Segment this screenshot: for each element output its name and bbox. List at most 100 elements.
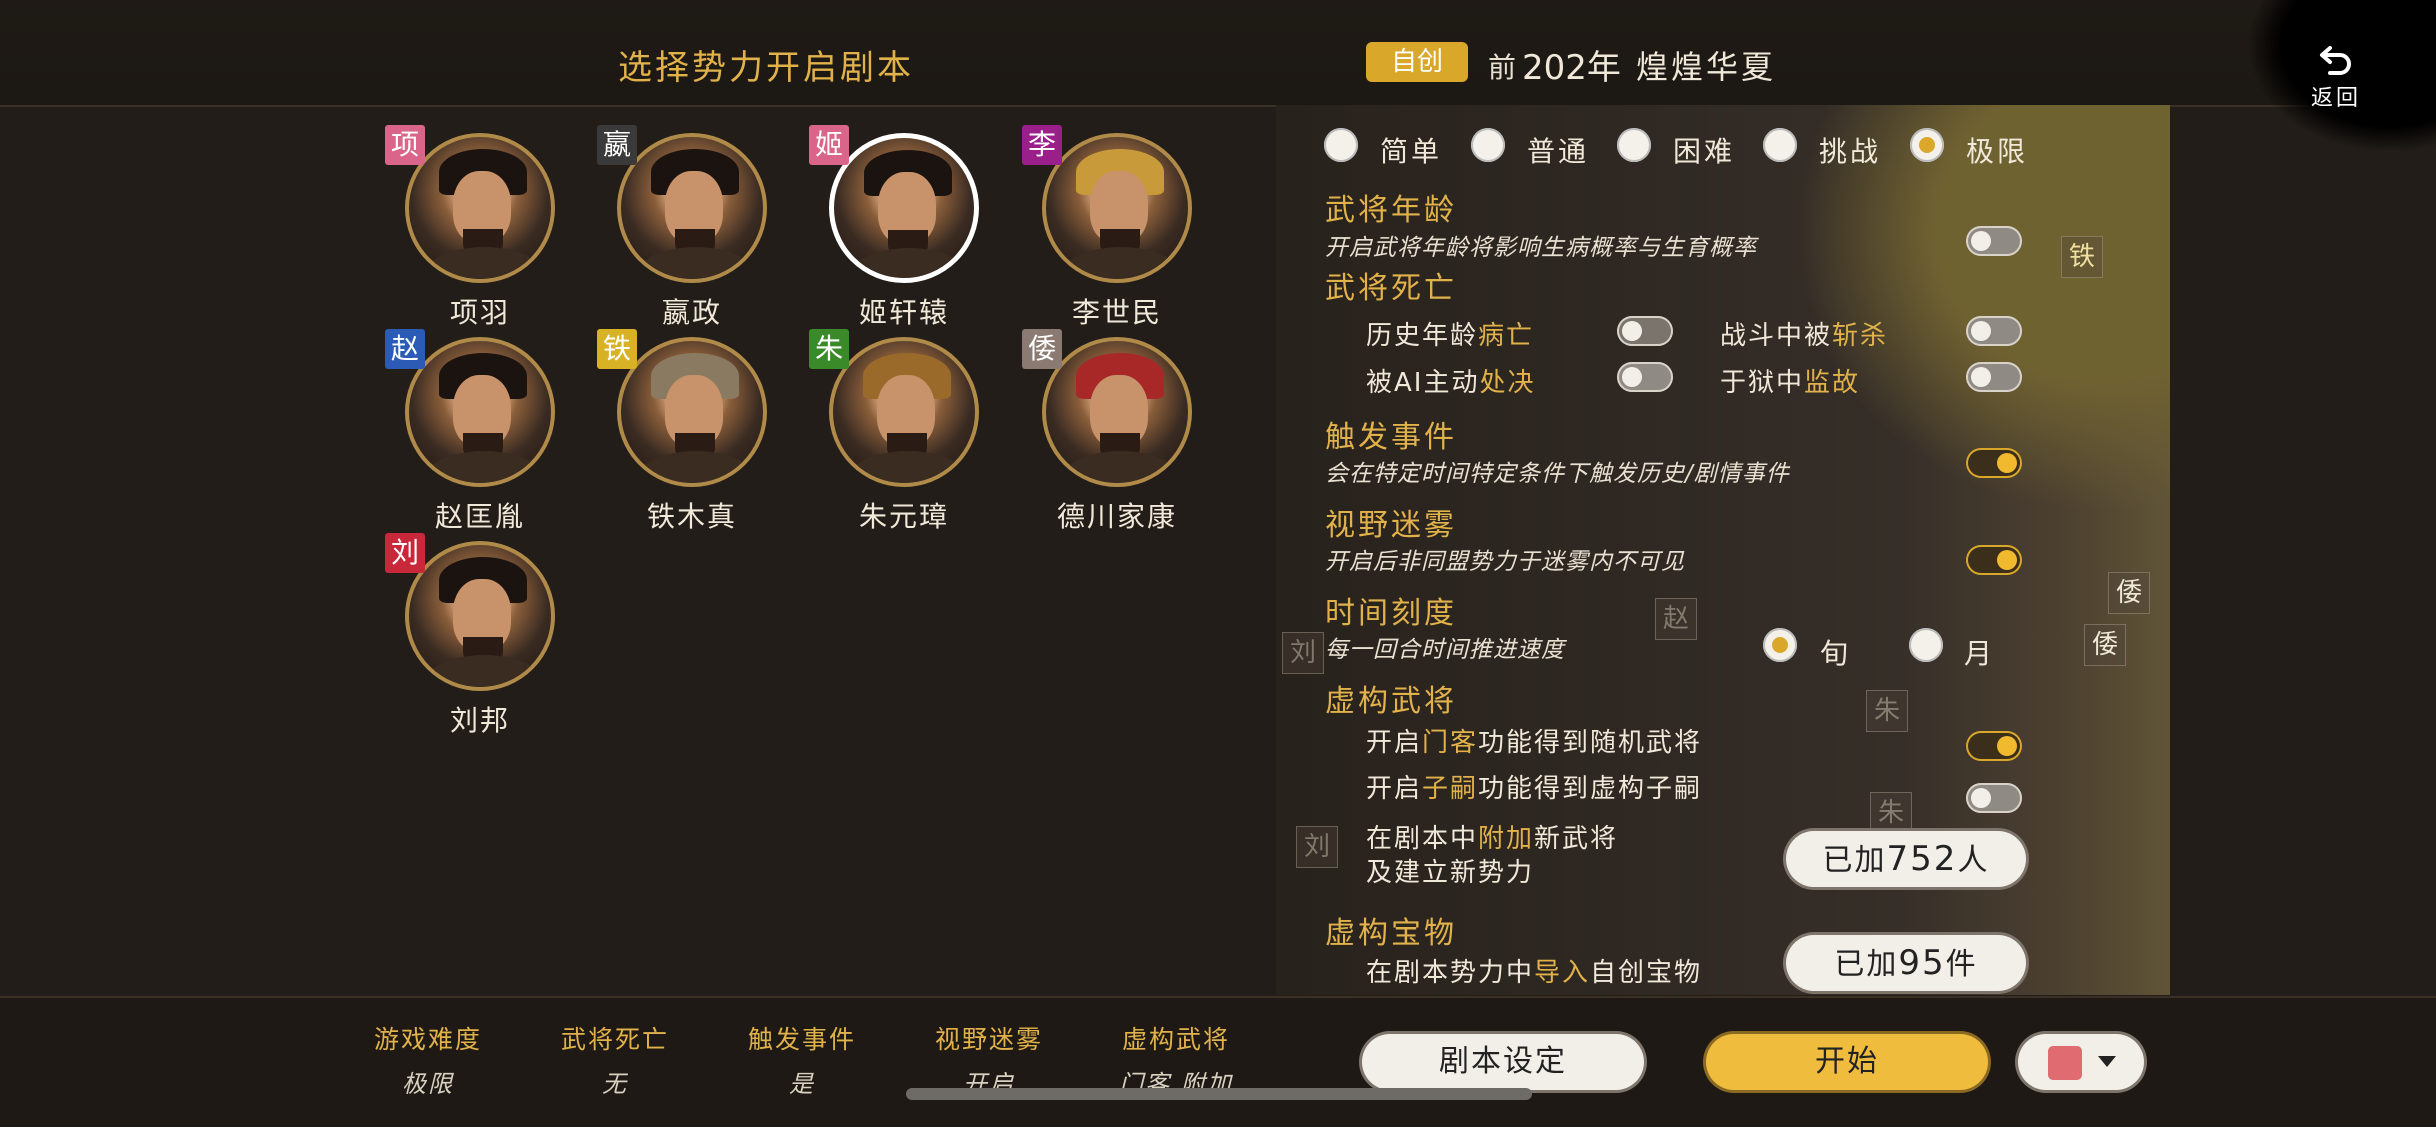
summary-value: 无	[602, 1070, 628, 1098]
character-portrait	[617, 337, 767, 487]
character-portrait	[617, 133, 767, 283]
character-portrait	[405, 541, 555, 691]
difficulty-radio-normal[interactable]	[1471, 128, 1505, 162]
faction-tag: 嬴	[597, 125, 637, 165]
character-portrait	[829, 133, 979, 283]
map-city-label: 朱	[1870, 792, 1912, 834]
map-city-label: 铁	[2061, 236, 2103, 278]
character-card[interactable]: 刘 刘邦	[385, 533, 555, 741]
summary-value: 极限	[402, 1070, 454, 1098]
character-name: 赵匡胤	[434, 500, 525, 533]
difficulty-label: 极限	[1966, 135, 2029, 168]
difficulty-label: 普通	[1527, 135, 1590, 168]
section-desc-events: 会在特定时间特定条件下触发历史/剧情事件	[1325, 461, 1790, 487]
character-card[interactable]: 姬 姬轩辕	[809, 125, 979, 333]
year-label: 202年	[1522, 48, 1621, 88]
character-portrait	[829, 337, 979, 487]
add-generals-label: 在剧本中附加新武将	[1366, 824, 1619, 854]
character-card[interactable]: 李 李世民	[1022, 125, 1192, 333]
section-title-fictional: 虚构武将	[1325, 684, 1457, 719]
faction-color-dropdown[interactable]	[2018, 1034, 2144, 1090]
character-name: 项羽	[449, 296, 510, 329]
start-button[interactable]: 开始	[1706, 1034, 1988, 1090]
death-ai-toggle[interactable]	[1617, 362, 1673, 392]
character-card[interactable]: 朱 朱元璋	[809, 329, 979, 537]
death-battle-label: 战斗中被斩杀	[1720, 321, 1889, 351]
horizontal-scrollbar[interactable]	[906, 1088, 1532, 1100]
time-radio-xun[interactable]	[1763, 628, 1797, 662]
summary-label: 视野迷雾	[934, 1025, 1043, 1054]
add-generals-label-line2: 及建立新势力	[1366, 858, 1535, 888]
map-city-label: 刘	[1282, 632, 1324, 674]
character-name: 朱元璋	[858, 500, 949, 533]
difficulty-radio-extreme[interactable]	[1910, 128, 1944, 162]
fog-toggle[interactable]	[1966, 545, 2022, 575]
character-portrait	[405, 133, 555, 283]
top-bar	[0, 0, 2436, 107]
time-option-label: 旬	[1820, 637, 1852, 670]
scenario-settings-button[interactable]: 剧本设定	[1362, 1034, 1644, 1090]
events-toggle[interactable]	[1966, 448, 2022, 478]
death-history-toggle[interactable]	[1617, 316, 1673, 346]
faction-tag: 倭	[1022, 329, 1062, 369]
character-card[interactable]: 倭 德川家康	[1022, 329, 1192, 537]
section-desc-fog: 开启后非同盟势力于迷雾内不可见	[1325, 549, 1685, 575]
summary-events: 触发事件 是	[722, 1020, 882, 1099]
difficulty-label: 挑战	[1819, 135, 1882, 168]
mode-badge: 自创	[1366, 42, 1468, 82]
difficulty-label: 困难	[1673, 135, 1736, 168]
chevron-down-icon	[2098, 1056, 2116, 1067]
character-portrait	[405, 337, 555, 487]
faction-tag: 李	[1022, 125, 1062, 165]
section-desc-age: 开启武将年龄将影响生病概率与生育概率	[1325, 235, 1757, 261]
death-prison-label: 于狱中监故	[1720, 368, 1861, 398]
death-history-label: 历史年龄病亡	[1366, 321, 1535, 351]
added-treasures-button[interactable]: 已加95件	[1786, 935, 2026, 991]
summary-label: 游戏难度	[373, 1025, 482, 1054]
faction-tag: 朱	[809, 329, 849, 369]
time-radio-month[interactable]	[1909, 628, 1943, 662]
summary-difficulty: 游戏难度 极限	[348, 1020, 508, 1099]
back-label: 返回	[2310, 86, 2361, 111]
heir-label: 开启子嗣功能得到虚构子嗣	[1366, 774, 1703, 804]
treasure-label: 在剧本势力中导入自创宝物	[1366, 958, 1703, 988]
map-city-label: 倭	[2084, 624, 2126, 666]
character-card[interactable]: 铁 铁木真	[597, 329, 767, 537]
summary-label: 虚构武将	[1121, 1025, 1230, 1054]
character-portrait	[1042, 337, 1192, 487]
difficulty-radio-hard[interactable]	[1617, 128, 1651, 162]
section-title-time: 时间刻度	[1325, 596, 1457, 631]
map-city-label: 刘	[1296, 826, 1338, 868]
heir-toggle[interactable]	[1966, 783, 2022, 813]
character-name: 德川家康	[1056, 500, 1177, 533]
death-ai-label: 被AI主动处决	[1366, 368, 1536, 398]
death-battle-toggle[interactable]	[1966, 316, 2022, 346]
back-button[interactable]: 返回	[2296, 40, 2376, 120]
faction-tag: 项	[385, 125, 425, 165]
retainer-toggle[interactable]	[1966, 731, 2022, 761]
faction-tag: 姬	[809, 125, 849, 165]
death-prison-toggle[interactable]	[1966, 362, 2022, 392]
character-card[interactable]: 赵 赵匡胤	[385, 329, 555, 537]
character-name: 刘邦	[449, 704, 510, 737]
summary-value: 是	[789, 1070, 815, 1098]
faction-tag: 赵	[385, 329, 425, 369]
page-title: 选择势力开启剧本	[618, 48, 914, 88]
difficulty-radio-easy[interactable]	[1324, 128, 1358, 162]
difficulty-label: 简单	[1380, 135, 1443, 168]
year-prefix: 前	[1488, 51, 1517, 84]
section-title-events: 触发事件	[1325, 420, 1457, 455]
character-name: 嬴政	[661, 296, 722, 329]
back-arrow-icon	[2320, 46, 2351, 75]
section-title-fog: 视野迷雾	[1325, 508, 1457, 543]
character-card[interactable]: 项 项羽	[385, 125, 555, 333]
age-toggle[interactable]	[1966, 226, 2022, 256]
added-generals-button[interactable]: 已加752人	[1786, 831, 2026, 887]
summary-label: 触发事件	[747, 1025, 856, 1054]
section-title-age: 武将年龄	[1325, 193, 1457, 228]
map-city-label: 倭	[2108, 572, 2150, 614]
difficulty-radio-challenge[interactable]	[1763, 128, 1797, 162]
character-card[interactable]: 嬴 嬴政	[597, 125, 767, 333]
retainer-label: 开启门客功能得到随机武将	[1366, 728, 1703, 758]
color-swatch	[2048, 1046, 2082, 1080]
